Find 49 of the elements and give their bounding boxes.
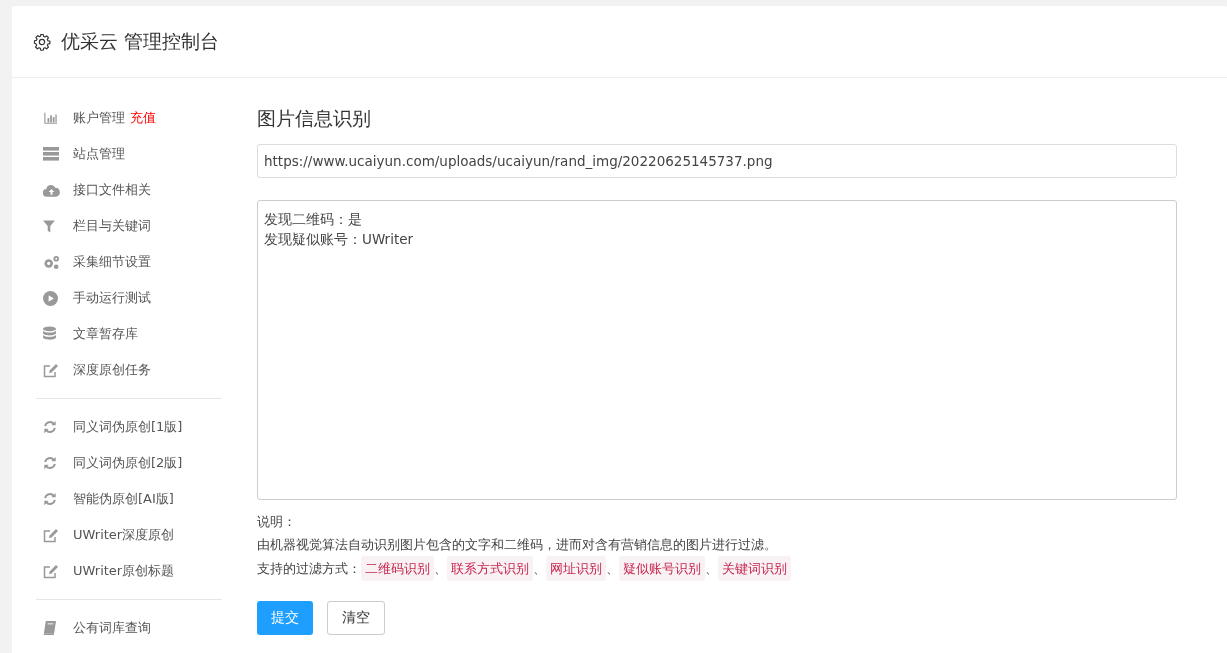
sidebar-item[interactable]: 账户管理 — [73, 109, 125, 127]
sidebar-item[interactable]: 公有词库查询 — [73, 619, 151, 637]
sidebar-item[interactable]: 深度原创任务 — [73, 361, 151, 379]
note-label: 说明： — [257, 513, 297, 531]
sidebar-item[interactable]: UWriter深度原创 — [73, 526, 175, 544]
result-box[interactable]: 发现二维码：是 发现疑似账号：UWriter — [257, 200, 1177, 500]
sidebar-item[interactable]: 同义词伪原创[1版] — [73, 418, 183, 436]
settings-icon — [33, 32, 51, 51]
edit-icon — [43, 362, 59, 378]
section-title: 图片信息识别 — [257, 106, 372, 131]
book-icon — [43, 620, 56, 636]
separator: 、 — [606, 560, 619, 578]
sidebar-item[interactable]: 文章暂存库 — [73, 325, 138, 343]
filter-tag: 二维码识别 — [361, 556, 434, 581]
separator: 、 — [434, 560, 447, 578]
sidebar-item[interactable]: 手动运行测试 — [73, 289, 151, 307]
play-icon — [43, 290, 58, 306]
result-line: 发现疑似账号：UWriter — [264, 230, 415, 249]
sidebar-item[interactable]: 栏目与关键词 — [73, 217, 151, 235]
database-icon — [43, 326, 56, 342]
refresh-icon — [43, 492, 57, 506]
filter-tag: 网址识别 — [546, 556, 606, 581]
sidebar-item[interactable]: 采集细节设置 — [73, 253, 151, 271]
separator: 、 — [705, 560, 718, 578]
refresh-icon — [43, 420, 57, 434]
server-icon — [43, 147, 59, 161]
edit-icon — [43, 563, 59, 579]
recharge-link[interactable]: 充值 — [130, 109, 156, 127]
separator: 、 — [533, 560, 546, 578]
url-field[interactable]: https://www.ucaiyun.com/uploads/ucaiyun/rand_img/20220625145737.png — [257, 144, 1177, 178]
sidebar-item[interactable]: 智能伪原创[AI版] — [73, 490, 174, 508]
bar-chart-icon — [43, 111, 59, 125]
edit-icon — [43, 527, 59, 543]
filter-tag: 联系方式识别 — [447, 556, 533, 581]
refresh-icon — [43, 456, 57, 470]
clear-button[interactable]: 清空 — [327, 601, 385, 635]
cloud-upload-icon — [43, 183, 60, 197]
sidebar-item[interactable]: 站点管理 — [73, 145, 125, 163]
note-text: 由机器视觉算法自动识别图片包含的文字和二维码，进而对含有营销信息的图片进行过滤。 — [257, 536, 778, 554]
sidebar-item[interactable]: 同义词伪原创[2版] — [73, 454, 183, 472]
sidebar-item[interactable]: UWriter原创标题 — [73, 562, 175, 580]
filter-tag: 关键词识别 — [718, 556, 791, 581]
filter-tag: 疑似账号识别 — [619, 556, 705, 581]
console-title: 优采云 管理控制台 — [61, 28, 220, 54]
gears-icon — [43, 254, 60, 270]
filter-icon — [43, 219, 55, 233]
result-line: 发现二维码：是 — [264, 210, 363, 229]
sidebar-item[interactable]: 接口文件相关 — [73, 181, 151, 199]
filters-label: 支持的过滤方式： — [257, 560, 361, 578]
